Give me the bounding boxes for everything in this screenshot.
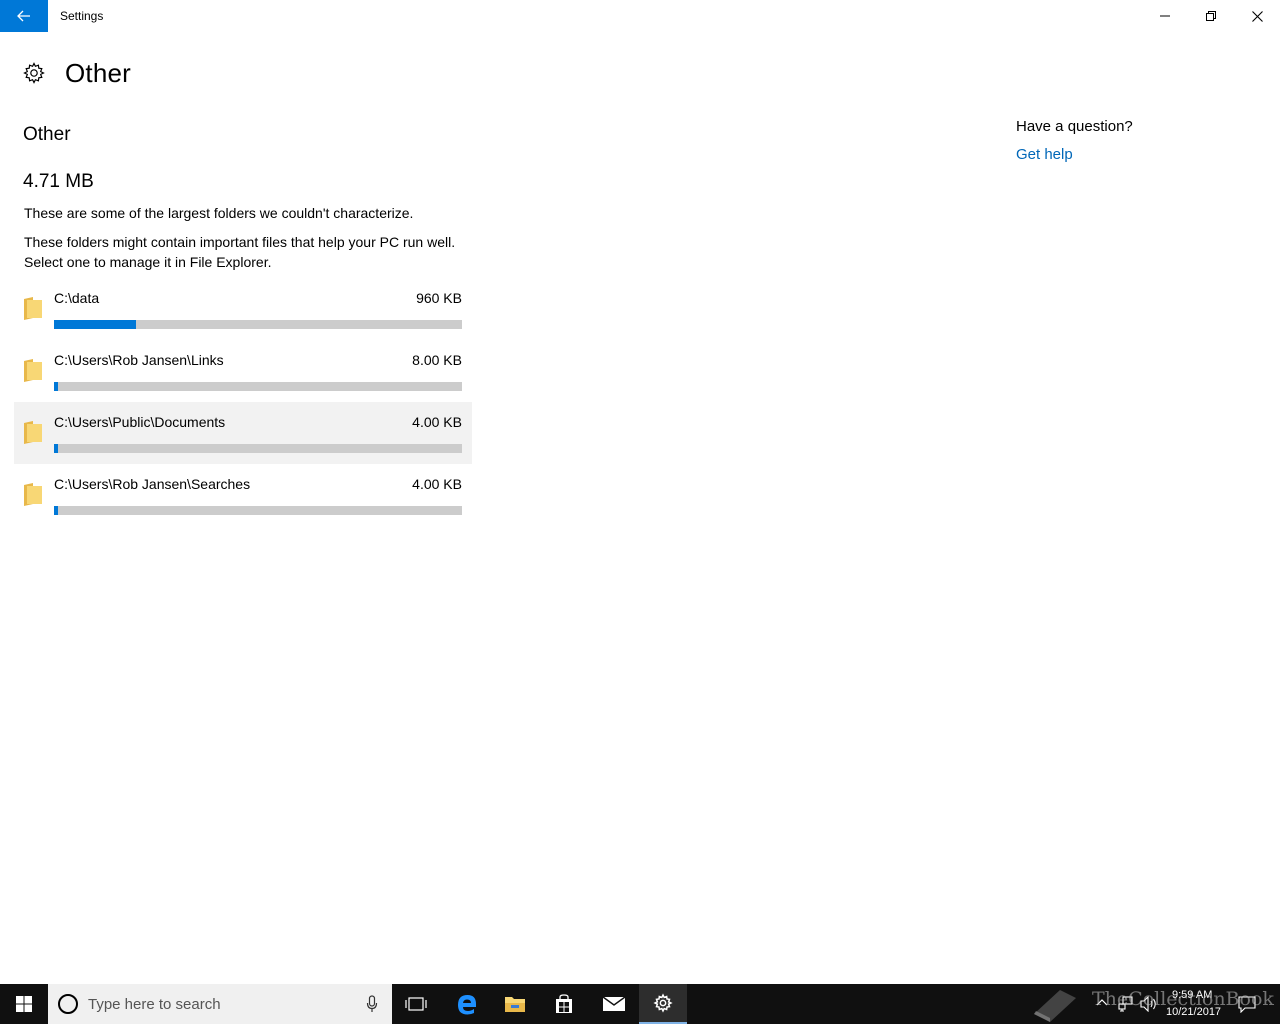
folder-size: 8.00 KB — [412, 352, 462, 368]
settings-taskbar-button[interactable] — [639, 984, 687, 1024]
restore-icon — [1206, 11, 1216, 21]
usage-bar — [54, 382, 462, 391]
help-question: Have a question? — [1016, 118, 1133, 135]
edge-icon — [458, 995, 476, 1015]
close-button[interactable] — [1234, 0, 1280, 32]
usage-bar-fill — [54, 382, 59, 391]
usage-bar-fill — [54, 506, 59, 515]
file-explorer-button[interactable] — [491, 984, 539, 1024]
folder-path: C:\Users\Public\Documents — [54, 414, 226, 430]
minimize-icon — [1160, 15, 1170, 17]
usage-bar-fill — [54, 320, 136, 329]
usage-bar — [54, 320, 462, 329]
folder-item-public-documents[interactable]: C:\Users\Public\Documents 4.00 KB — [14, 402, 472, 464]
usage-bar-fill — [54, 444, 59, 453]
folder-list: C:\data 960 KB C:\Users\Rob Jansen\Links… — [14, 278, 472, 526]
folder-path: C:\data — [54, 290, 100, 306]
task-view-button[interactable] — [392, 984, 440, 1024]
book-logo-icon — [1034, 990, 1076, 1022]
folder-icon — [24, 359, 42, 382]
taskbar: Type here to search 9:59 AM 10/21/2017 — [0, 984, 1280, 1024]
section-title: Other — [23, 124, 71, 145]
search-placeholder: Type here to search — [88, 995, 221, 1013]
restore-button[interactable] — [1188, 0, 1234, 32]
usage-bar — [54, 444, 462, 453]
task-view-icon — [405, 997, 427, 1011]
folder-icon — [24, 421, 42, 444]
total-size: 4.71 MB — [23, 171, 94, 192]
windows-logo-icon — [16, 996, 32, 1012]
title-bar: Settings — [0, 0, 1280, 32]
file-explorer-icon — [505, 997, 525, 1012]
page-title: Other — [65, 57, 132, 88]
folder-path: C:\Users\Rob Jansen\Links — [54, 352, 224, 368]
back-arrow-icon — [17, 10, 30, 22]
description-text: These are some of the largest folders we… — [24, 205, 414, 221]
folder-icon — [24, 483, 42, 506]
start-button[interactable] — [0, 984, 48, 1024]
edge-button[interactable] — [443, 984, 491, 1024]
folder-path: C:\Users\Rob Jansen\Searches — [54, 476, 251, 492]
microphone-icon[interactable] — [366, 995, 378, 1013]
watermark-text: TheCollectionBook — [1092, 988, 1274, 1010]
page-header: Other — [22, 56, 131, 90]
cortana-icon — [58, 994, 78, 1014]
gear-icon — [653, 993, 673, 1013]
mail-icon — [602, 996, 626, 1011]
folder-icon — [24, 297, 42, 320]
folder-item-links[interactable]: C:\Users\Rob Jansen\Links 8.00 KB — [14, 340, 472, 402]
folder-size: 960 KB — [416, 290, 462, 306]
app-title: Settings — [60, 9, 104, 23]
description-text-secondary: These folders might contain important fi… — [24, 234, 456, 270]
folder-item-searches[interactable]: C:\Users\Rob Jansen\Searches 4.00 KB — [14, 464, 472, 526]
folder-item-data[interactable]: C:\data 960 KB — [14, 278, 472, 340]
mail-button[interactable] — [590, 984, 638, 1024]
taskbar-search-box[interactable]: Type here to search — [48, 984, 392, 1024]
folder-size: 4.00 KB — [412, 476, 462, 492]
gear-icon — [23, 62, 45, 84]
minimize-button[interactable] — [1142, 0, 1188, 32]
usage-bar — [54, 506, 462, 515]
store-button[interactable] — [540, 984, 588, 1024]
close-icon — [1251, 10, 1263, 22]
store-icon — [556, 994, 572, 1013]
back-button[interactable] — [0, 0, 48, 32]
folder-size: 4.00 KB — [412, 414, 462, 430]
get-help-link[interactable]: Get help — [1016, 146, 1073, 163]
